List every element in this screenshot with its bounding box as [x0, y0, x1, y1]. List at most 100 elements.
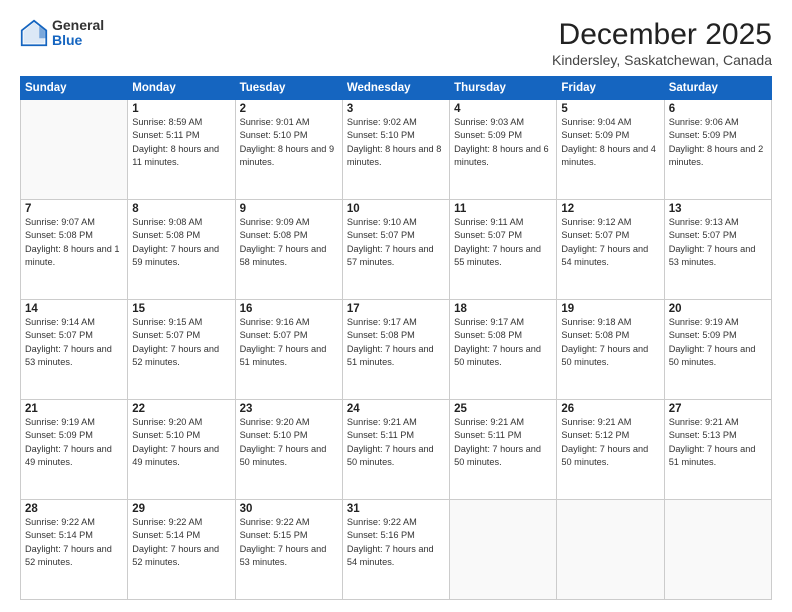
day-number: 15 — [132, 303, 230, 315]
table-row: 6Sunrise: 9:06 AM Sunset: 5:09 PM Daylig… — [664, 100, 771, 200]
calendar-week-row: 1Sunrise: 8:59 AM Sunset: 5:11 PM Daylig… — [21, 100, 772, 200]
day-number: 25 — [454, 403, 552, 415]
day-number: 12 — [561, 203, 659, 215]
day-detail: Sunrise: 9:06 AM Sunset: 5:09 PM Dayligh… — [669, 116, 767, 169]
day-number: 9 — [240, 203, 338, 215]
col-tuesday: Tuesday — [235, 77, 342, 100]
day-number: 19 — [561, 303, 659, 315]
day-number: 29 — [132, 503, 230, 515]
table-row: 2Sunrise: 9:01 AM Sunset: 5:10 PM Daylig… — [235, 100, 342, 200]
table-row: 9Sunrise: 9:09 AM Sunset: 5:08 PM Daylig… — [235, 200, 342, 300]
month-title: December 2025 — [552, 18, 772, 52]
day-detail: Sunrise: 9:13 AM Sunset: 5:07 PM Dayligh… — [669, 216, 767, 269]
day-detail: Sunrise: 9:16 AM Sunset: 5:07 PM Dayligh… — [240, 316, 338, 369]
calendar-week-row: 21Sunrise: 9:19 AM Sunset: 5:09 PM Dayli… — [21, 400, 772, 500]
day-detail: Sunrise: 9:03 AM Sunset: 5:09 PM Dayligh… — [454, 116, 552, 169]
day-detail: Sunrise: 9:10 AM Sunset: 5:07 PM Dayligh… — [347, 216, 445, 269]
calendar-week-row: 14Sunrise: 9:14 AM Sunset: 5:07 PM Dayli… — [21, 300, 772, 400]
logo-icon — [20, 19, 48, 47]
table-row: 4Sunrise: 9:03 AM Sunset: 5:09 PM Daylig… — [450, 100, 557, 200]
day-number: 11 — [454, 203, 552, 215]
day-number: 10 — [347, 203, 445, 215]
col-saturday: Saturday — [664, 77, 771, 100]
table-row: 3Sunrise: 9:02 AM Sunset: 5:10 PM Daylig… — [342, 100, 449, 200]
day-detail: Sunrise: 9:14 AM Sunset: 5:07 PM Dayligh… — [25, 316, 123, 369]
page-header: General Blue December 2025 Kindersley, S… — [20, 18, 772, 68]
table-row — [450, 500, 557, 600]
table-row: 29Sunrise: 9:22 AM Sunset: 5:14 PM Dayli… — [128, 500, 235, 600]
table-row: 26Sunrise: 9:21 AM Sunset: 5:12 PM Dayli… — [557, 400, 664, 500]
day-detail: Sunrise: 9:01 AM Sunset: 5:10 PM Dayligh… — [240, 116, 338, 169]
col-wednesday: Wednesday — [342, 77, 449, 100]
calendar-page: General Blue December 2025 Kindersley, S… — [0, 0, 792, 612]
logo-blue-label: Blue — [52, 33, 104, 48]
day-number: 30 — [240, 503, 338, 515]
table-row: 17Sunrise: 9:17 AM Sunset: 5:08 PM Dayli… — [342, 300, 449, 400]
day-detail: Sunrise: 9:07 AM Sunset: 5:08 PM Dayligh… — [25, 216, 123, 269]
day-number: 8 — [132, 203, 230, 215]
day-number: 7 — [25, 203, 123, 215]
day-detail: Sunrise: 9:20 AM Sunset: 5:10 PM Dayligh… — [132, 416, 230, 469]
calendar-week-row: 7Sunrise: 9:07 AM Sunset: 5:08 PM Daylig… — [21, 200, 772, 300]
calendar-header-row: Sunday Monday Tuesday Wednesday Thursday… — [21, 77, 772, 100]
logo-text: General Blue — [52, 18, 104, 49]
table-row: 21Sunrise: 9:19 AM Sunset: 5:09 PM Dayli… — [21, 400, 128, 500]
day-number: 31 — [347, 503, 445, 515]
day-number: 26 — [561, 403, 659, 415]
table-row: 5Sunrise: 9:04 AM Sunset: 5:09 PM Daylig… — [557, 100, 664, 200]
day-detail: Sunrise: 9:17 AM Sunset: 5:08 PM Dayligh… — [347, 316, 445, 369]
table-row: 30Sunrise: 9:22 AM Sunset: 5:15 PM Dayli… — [235, 500, 342, 600]
day-detail: Sunrise: 9:02 AM Sunset: 5:10 PM Dayligh… — [347, 116, 445, 169]
day-detail: Sunrise: 9:09 AM Sunset: 5:08 PM Dayligh… — [240, 216, 338, 269]
col-friday: Friday — [557, 77, 664, 100]
table-row: 31Sunrise: 9:22 AM Sunset: 5:16 PM Dayli… — [342, 500, 449, 600]
day-detail: Sunrise: 9:19 AM Sunset: 5:09 PM Dayligh… — [25, 416, 123, 469]
day-detail: Sunrise: 9:21 AM Sunset: 5:11 PM Dayligh… — [454, 416, 552, 469]
day-detail: Sunrise: 9:19 AM Sunset: 5:09 PM Dayligh… — [669, 316, 767, 369]
day-number: 18 — [454, 303, 552, 315]
day-detail: Sunrise: 9:22 AM Sunset: 5:14 PM Dayligh… — [25, 516, 123, 569]
day-detail: Sunrise: 9:22 AM Sunset: 5:15 PM Dayligh… — [240, 516, 338, 569]
col-monday: Monday — [128, 77, 235, 100]
title-block: December 2025 Kindersley, Saskatchewan, … — [552, 18, 772, 68]
table-row: 11Sunrise: 9:11 AM Sunset: 5:07 PM Dayli… — [450, 200, 557, 300]
day-number: 27 — [669, 403, 767, 415]
day-number: 20 — [669, 303, 767, 315]
table-row — [664, 500, 771, 600]
day-number: 3 — [347, 103, 445, 115]
day-detail: Sunrise: 9:17 AM Sunset: 5:08 PM Dayligh… — [454, 316, 552, 369]
col-sunday: Sunday — [21, 77, 128, 100]
table-row — [21, 100, 128, 200]
day-detail: Sunrise: 9:21 AM Sunset: 5:13 PM Dayligh… — [669, 416, 767, 469]
day-number: 17 — [347, 303, 445, 315]
table-row: 24Sunrise: 9:21 AM Sunset: 5:11 PM Dayli… — [342, 400, 449, 500]
table-row: 13Sunrise: 9:13 AM Sunset: 5:07 PM Dayli… — [664, 200, 771, 300]
table-row: 18Sunrise: 9:17 AM Sunset: 5:08 PM Dayli… — [450, 300, 557, 400]
table-row: 12Sunrise: 9:12 AM Sunset: 5:07 PM Dayli… — [557, 200, 664, 300]
day-detail: Sunrise: 9:22 AM Sunset: 5:14 PM Dayligh… — [132, 516, 230, 569]
day-detail: Sunrise: 9:18 AM Sunset: 5:08 PM Dayligh… — [561, 316, 659, 369]
day-number: 16 — [240, 303, 338, 315]
table-row: 1Sunrise: 8:59 AM Sunset: 5:11 PM Daylig… — [128, 100, 235, 200]
day-number: 13 — [669, 203, 767, 215]
day-detail: Sunrise: 9:11 AM Sunset: 5:07 PM Dayligh… — [454, 216, 552, 269]
table-row: 15Sunrise: 9:15 AM Sunset: 5:07 PM Dayli… — [128, 300, 235, 400]
table-row: 7Sunrise: 9:07 AM Sunset: 5:08 PM Daylig… — [21, 200, 128, 300]
table-row: 8Sunrise: 9:08 AM Sunset: 5:08 PM Daylig… — [128, 200, 235, 300]
day-detail: Sunrise: 9:15 AM Sunset: 5:07 PM Dayligh… — [132, 316, 230, 369]
table-row: 23Sunrise: 9:20 AM Sunset: 5:10 PM Dayli… — [235, 400, 342, 500]
table-row: 20Sunrise: 9:19 AM Sunset: 5:09 PM Dayli… — [664, 300, 771, 400]
day-number: 22 — [132, 403, 230, 415]
location-label: Kindersley, Saskatchewan, Canada — [552, 52, 772, 68]
day-detail: Sunrise: 9:20 AM Sunset: 5:10 PM Dayligh… — [240, 416, 338, 469]
day-detail: Sunrise: 9:12 AM Sunset: 5:07 PM Dayligh… — [561, 216, 659, 269]
table-row — [557, 500, 664, 600]
day-detail: Sunrise: 9:08 AM Sunset: 5:08 PM Dayligh… — [132, 216, 230, 269]
table-row: 16Sunrise: 9:16 AM Sunset: 5:07 PM Dayli… — [235, 300, 342, 400]
day-number: 14 — [25, 303, 123, 315]
day-number: 1 — [132, 103, 230, 115]
day-number: 28 — [25, 503, 123, 515]
day-number: 21 — [25, 403, 123, 415]
calendar-table: Sunday Monday Tuesday Wednesday Thursday… — [20, 76, 772, 600]
table-row: 14Sunrise: 9:14 AM Sunset: 5:07 PM Dayli… — [21, 300, 128, 400]
